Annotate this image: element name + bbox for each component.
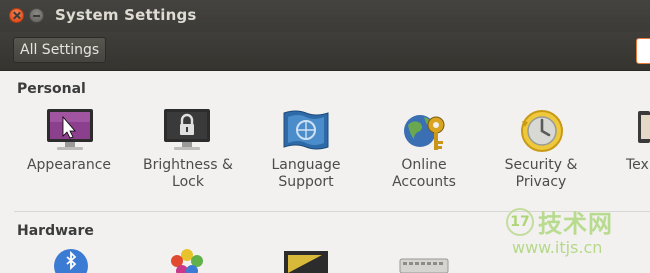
settings-item-online-label: Online Accounts (364, 157, 484, 191)
bluetooth-icon[interactable] (52, 247, 90, 273)
watermark-url: www.itjs.cn (512, 238, 603, 257)
online-accounts-label-line2: Accounts (392, 174, 456, 190)
close-window-button[interactable] (9, 8, 24, 23)
title-bar: System Settings (0, 0, 650, 32)
language-support-label-line2: Support (278, 174, 334, 190)
security-privacy-icon (521, 110, 563, 152)
watermark: 17 技术网 www.itjs.cn (498, 202, 648, 266)
brightness-lock-label-line2: Lock (172, 174, 204, 190)
settings-item-brightness-label: Brightness & Lock (128, 157, 248, 191)
section-title-personal: Personal (17, 81, 86, 97)
settings-item-language-label: Language Support (246, 157, 366, 191)
watermark-logo: 17 (506, 208, 534, 236)
displays-icon[interactable] (282, 247, 330, 273)
appearance-icon (47, 109, 93, 150)
online-accounts-label-line1: Online (401, 157, 447, 173)
brightness-lock-label-line1: Brightness & (143, 157, 233, 173)
minimize-window-button[interactable] (29, 8, 44, 23)
window-title: System Settings (55, 6, 197, 24)
toolbar: All Settings (0, 32, 650, 71)
section-title-hardware: Hardware (17, 223, 94, 239)
keyboard-icon[interactable] (398, 255, 450, 273)
watermark-title: 技术网 (538, 210, 613, 238)
text-entry-icon (638, 111, 650, 143)
system-settings-window: System Settings All Settings Personal Ap… (0, 0, 650, 273)
search-input[interactable] (636, 38, 650, 64)
security-privacy-label-line1: Security & (504, 157, 578, 173)
settings-item-security-label: Security & Privacy (481, 157, 601, 191)
color-icon[interactable] (164, 247, 210, 273)
brightness-lock-icon (164, 109, 210, 150)
settings-item-appearance-label: Appearance (9, 157, 129, 174)
security-privacy-label-line2: Privacy (515, 174, 567, 190)
language-support-label-line1: Language (271, 157, 341, 173)
appearance-label: Appearance (26, 157, 112, 173)
all-settings-button[interactable]: All Settings (13, 37, 107, 63)
text-entry-label: Tex (626, 157, 649, 173)
language-support-icon (283, 110, 329, 150)
online-accounts-icon (404, 115, 445, 150)
